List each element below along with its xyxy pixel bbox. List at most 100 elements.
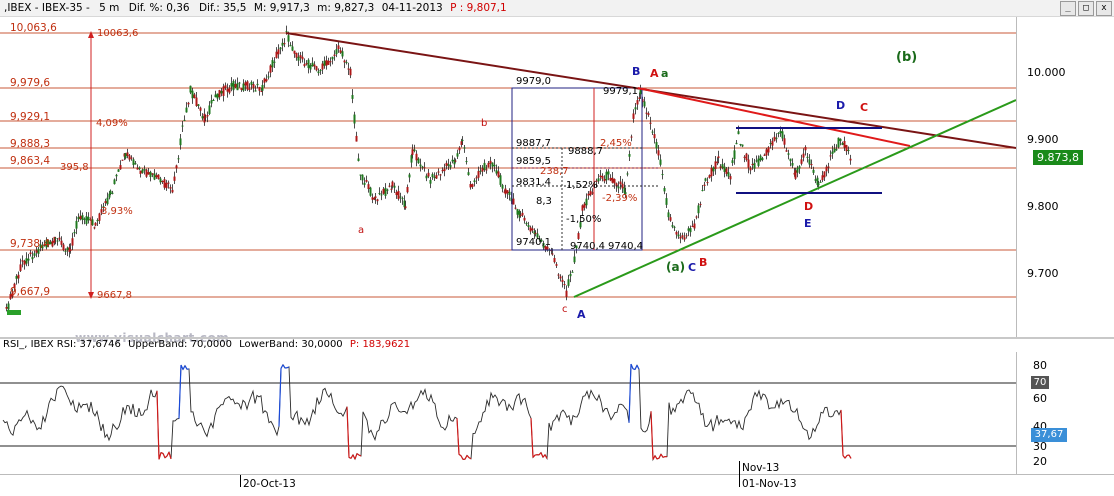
maximize-button[interactable]: □ — [1078, 1, 1094, 16]
candle-body — [552, 253, 554, 254]
rsi-chart-svg — [0, 352, 1016, 474]
candle-body — [389, 186, 391, 187]
candle-body — [844, 141, 846, 148]
candle-body — [746, 154, 748, 160]
level-label-7: 9,667,9 — [10, 286, 50, 298]
candle-body — [578, 233, 580, 239]
rsi-extreme-segment — [461, 456, 463, 460]
candle-body — [694, 224, 696, 229]
candle-body — [140, 171, 142, 174]
candle-body — [438, 171, 440, 172]
candle-body — [711, 168, 713, 176]
candle-body — [627, 173, 629, 174]
rsi-extreme-segment — [637, 365, 639, 369]
candle-body — [660, 160, 662, 165]
rsi-extreme-segment — [651, 411, 653, 459]
candle-body — [668, 212, 670, 217]
candle-body — [139, 167, 141, 169]
candle-body — [114, 180, 116, 185]
candle-body — [436, 175, 438, 178]
position-marker-icon — [7, 310, 21, 315]
rsi-tick-30: 30 — [1033, 440, 1047, 453]
wave-C-red-top: C — [860, 101, 868, 114]
box-9979b-label: 9979,1 — [603, 86, 638, 97]
candle-body — [838, 138, 840, 147]
candle-body — [676, 232, 678, 235]
candle-body — [213, 100, 215, 101]
candle-body — [592, 192, 594, 193]
level-label-5: 9,863,4 — [10, 155, 50, 167]
candle-body — [805, 147, 807, 150]
candle-body — [784, 138, 786, 144]
candle-body — [526, 223, 528, 224]
candle-body — [772, 141, 774, 146]
current-price-badge: 9.873,8 — [1033, 150, 1083, 165]
candle-body — [640, 90, 642, 94]
candle-body — [830, 155, 832, 156]
price-axis[interactable]: 10.000 9.900 9.800 9.700 9.873,8 — [1016, 17, 1114, 337]
candle-body — [722, 164, 724, 167]
rsi-current-value: 37,67 — [1035, 429, 1064, 440]
candle-body — [251, 82, 253, 85]
candle-body — [184, 120, 186, 121]
candle-body — [629, 154, 631, 157]
candle-body — [459, 148, 461, 151]
rsi-extreme-segment — [179, 365, 181, 418]
price-chart-svg: 10,063,6 9,979,6 9,929,1 9,888,3 9,863,4… — [0, 17, 1016, 337]
candle-body — [718, 156, 720, 158]
candle-body — [524, 218, 526, 221]
candle-body — [24, 261, 26, 265]
rsi-title: RSI_, IBEX RSI: 37,6746 — [3, 339, 121, 350]
price-tick-4: 9.700 — [1027, 267, 1059, 280]
rsi-panel[interactable] — [0, 352, 1016, 474]
candle-body — [505, 189, 507, 195]
candle-body — [809, 159, 811, 164]
price-chart-panel[interactable]: 10,063,6 9,979,6 9,929,1 9,888,3 9,863,4… — [0, 17, 1016, 337]
rsi-header: RSI_, IBEX RSI: 37,6746 UpperBand: 70,00… — [0, 339, 1114, 351]
candle-body — [97, 220, 99, 221]
candle-body — [562, 280, 564, 282]
candle-body — [786, 150, 788, 151]
candle-body — [300, 55, 302, 57]
candle-body — [612, 178, 614, 183]
candle-body — [412, 149, 414, 155]
candle-body — [211, 100, 213, 103]
candle-body — [472, 184, 474, 187]
candle-body — [446, 163, 448, 166]
candle-body — [656, 142, 658, 148]
candle-body — [824, 171, 826, 177]
candle-body — [72, 238, 74, 245]
candle-body — [67, 248, 69, 251]
val-3958-label: 395,8 — [60, 162, 89, 173]
candle-body — [670, 217, 672, 221]
candle-body — [324, 61, 326, 66]
candle-body — [750, 168, 752, 170]
candle-body — [522, 213, 524, 216]
symbol-label: ,IBEX - IBEX-35 - — [4, 0, 90, 16]
rsi-extreme-segment — [655, 456, 657, 459]
candle-body — [392, 182, 394, 187]
candle-body — [217, 94, 219, 99]
minimize-button[interactable]: _ — [1060, 1, 1076, 16]
candle-body — [832, 152, 834, 154]
candle-body — [198, 104, 200, 105]
candle-body — [480, 171, 482, 172]
candle-body — [92, 219, 94, 225]
range-bottom-label: 9667,8 — [97, 290, 132, 301]
candle-body — [416, 154, 418, 161]
candle-body — [247, 81, 249, 89]
interval-label: 5 m — [99, 0, 119, 16]
candle-body — [223, 86, 225, 95]
wave-E-blue: E — [804, 217, 812, 230]
rsi-axis[interactable]: 80 70 60 40 37,67 30 20 — [1016, 352, 1114, 474]
candle-body — [702, 190, 704, 191]
rsi-upper-label: UpperBand: 70,0000 — [128, 339, 232, 350]
candle-body — [602, 176, 604, 179]
candle-body — [116, 175, 118, 176]
close-button[interactable]: x — [1096, 1, 1112, 16]
candle-body — [200, 108, 202, 111]
candle-body — [428, 173, 430, 177]
candle-body — [608, 171, 610, 174]
candle-body — [182, 126, 184, 127]
candle-body — [52, 241, 54, 247]
